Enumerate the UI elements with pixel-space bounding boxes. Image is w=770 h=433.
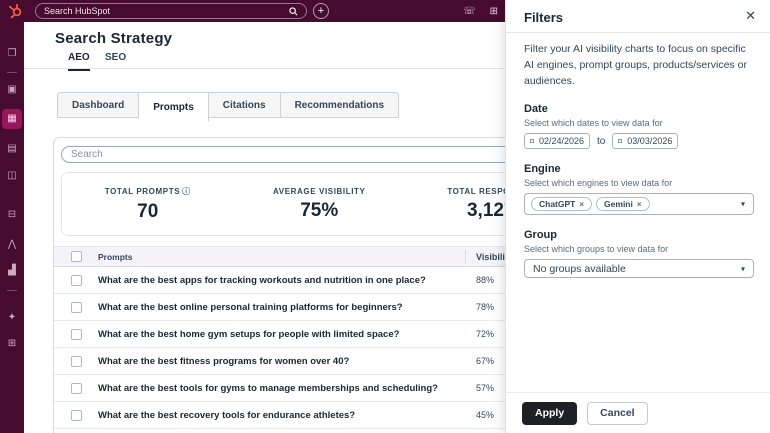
visibility-value: 45% bbox=[476, 410, 494, 420]
chip-label: ChatGPT bbox=[539, 199, 575, 209]
section-tabs: Dashboard Prompts Citations Recommendati… bbox=[57, 92, 399, 118]
engine-label: Engine bbox=[524, 163, 752, 175]
visibility-value: 78% bbox=[476, 302, 494, 312]
group-select-value: No groups available bbox=[533, 263, 626, 275]
automation-icon[interactable]: ⋀ bbox=[0, 240, 24, 250]
row-checkbox[interactable] bbox=[71, 410, 82, 421]
engine-helper: Select which engines to view data for bbox=[524, 178, 752, 188]
filters-header: Filters ✕ bbox=[506, 0, 770, 33]
visibility-value: 88% bbox=[476, 275, 494, 285]
stat-value: 75% bbox=[234, 200, 406, 222]
group-label: Group bbox=[524, 229, 752, 241]
engine-chip-chatgpt: ChatGPT × bbox=[531, 197, 592, 211]
filters-footer: Apply Cancel bbox=[506, 392, 770, 433]
stat-label: TOTAL PROMPTS bbox=[105, 187, 180, 196]
stat-value: 70 bbox=[62, 201, 234, 223]
filters-body: Filter your AI visibility charts to focu… bbox=[524, 42, 752, 278]
group-helper: Select which groups to view data for bbox=[524, 244, 752, 254]
row-checkbox[interactable] bbox=[71, 275, 82, 286]
content-icon-active[interactable]: ▦ bbox=[2, 109, 22, 129]
sidebar-divider bbox=[7, 72, 17, 73]
select-all-checkbox[interactable] bbox=[71, 251, 82, 262]
column-header-prompts[interactable]: Prompts bbox=[98, 252, 465, 262]
prompt-text[interactable]: What are the best fitness programs for w… bbox=[98, 356, 465, 367]
visibility-value: 67% bbox=[476, 356, 494, 366]
app-window: + ☏ ⊞ ❐ ▣ ➤ ▦ ▤ ◫ ⊟ ⋀ ▟ ✦ ⊞ Search Strat… bbox=[0, 0, 770, 433]
reporting-icon[interactable]: ▟ bbox=[0, 266, 24, 276]
tab-citations[interactable]: Citations bbox=[209, 92, 281, 118]
prompt-text[interactable]: What are the best online personal traini… bbox=[98, 302, 465, 313]
copilot-icon[interactable]: ✦ bbox=[0, 313, 24, 323]
visibility-value: 72% bbox=[476, 329, 494, 339]
engine-chip-gemini: Gemini × bbox=[596, 197, 649, 211]
global-search bbox=[35, 3, 307, 19]
filters-title: Filters bbox=[524, 10, 563, 25]
date-to-value: 03/03/2026 bbox=[627, 136, 672, 146]
prompt-text[interactable]: What are the best recovery tools for end… bbox=[98, 410, 465, 421]
group-section: Group Select which groups to view data f… bbox=[524, 229, 752, 278]
row-checkbox[interactable] bbox=[71, 329, 82, 340]
row-checkbox[interactable] bbox=[71, 302, 82, 313]
prompt-text[interactable]: What are the best apps for tracking work… bbox=[98, 275, 465, 286]
stat-average-visibility: AVERAGE VISIBILITY 75% bbox=[234, 187, 406, 222]
remove-chip-icon[interactable]: × bbox=[637, 200, 642, 209]
hubspot-logo-icon[interactable] bbox=[7, 3, 23, 19]
stat-total-prompts: TOTAL PROMPTSⓘ 70 bbox=[62, 186, 234, 223]
engine-select[interactable]: ChatGPT × Gemini × ▾ bbox=[524, 193, 754, 215]
contacts-icon[interactable]: ▣ bbox=[0, 85, 24, 95]
date-from-input[interactable]: 02/24/2026 bbox=[524, 133, 590, 149]
date-to-word: to bbox=[597, 136, 605, 147]
page-title: Search Strategy bbox=[55, 30, 172, 47]
apps-icon[interactable]: ⊞ bbox=[0, 339, 24, 349]
tab-recommendations[interactable]: Recommendations bbox=[281, 92, 399, 118]
row-checkbox[interactable] bbox=[71, 383, 82, 394]
column-divider bbox=[465, 250, 466, 263]
date-label: Date bbox=[524, 103, 752, 115]
apply-button[interactable]: Apply bbox=[522, 402, 577, 425]
engine-section: Engine Select which engines to view data… bbox=[524, 163, 752, 215]
tab-seo[interactable]: SEO bbox=[105, 52, 126, 69]
date-helper: Select which dates to view data for bbox=[524, 118, 752, 128]
chevron-down-icon[interactable]: ▾ bbox=[741, 200, 745, 209]
left-sidebar-nav: ❐ ▣ ➤ ▦ ▤ ◫ ⊟ ⋀ ▟ ✦ ⊞ bbox=[0, 22, 24, 433]
prompt-text[interactable]: What are the best tools for gyms to mana… bbox=[98, 383, 465, 394]
chip-label: Gemini bbox=[604, 199, 633, 209]
group-select[interactable]: No groups available ▾ bbox=[524, 259, 754, 278]
remove-chip-icon[interactable]: × bbox=[579, 200, 584, 209]
stat-label: AVERAGE VISIBILITY bbox=[234, 187, 406, 196]
date-from-value: 02/24/2026 bbox=[539, 136, 584, 146]
bookmark-icon[interactable]: ❐ bbox=[0, 49, 24, 59]
date-to-input[interactable]: 03/03/2026 bbox=[612, 133, 678, 149]
search-icon bbox=[289, 7, 298, 16]
calendar-icon bbox=[618, 137, 622, 145]
prompt-text[interactable]: What are the best home gym setups for pe… bbox=[98, 329, 465, 340]
visibility-value: 57% bbox=[476, 383, 494, 393]
cancel-button[interactable]: Cancel bbox=[587, 402, 647, 425]
date-section: Date Select which dates to view data for… bbox=[524, 103, 752, 149]
tab-prompts[interactable]: Prompts bbox=[139, 92, 209, 122]
close-icon[interactable]: ✕ bbox=[745, 8, 756, 24]
filters-panel: Filters ✕ Filter your AI visibility char… bbox=[505, 0, 770, 433]
commerce-icon[interactable]: ▤ bbox=[0, 144, 24, 154]
info-icon[interactable]: ⓘ bbox=[182, 187, 191, 196]
calling-icon[interactable]: ☏ bbox=[463, 6, 476, 17]
marketplace-icon[interactable]: ⊞ bbox=[490, 6, 498, 17]
filters-description: Filter your AI visibility charts to focu… bbox=[524, 42, 752, 89]
row-checkbox[interactable] bbox=[71, 356, 82, 367]
data-icon[interactable]: ⊟ bbox=[0, 210, 24, 220]
tab-dashboard[interactable]: Dashboard bbox=[57, 92, 139, 118]
chevron-down-icon[interactable]: ▾ bbox=[741, 264, 745, 273]
sidebar-divider bbox=[7, 290, 17, 291]
global-search-input[interactable] bbox=[44, 6, 289, 16]
calendar-icon bbox=[530, 137, 534, 145]
store-icon[interactable]: ◫ bbox=[0, 171, 24, 181]
create-button[interactable]: + bbox=[313, 3, 329, 19]
